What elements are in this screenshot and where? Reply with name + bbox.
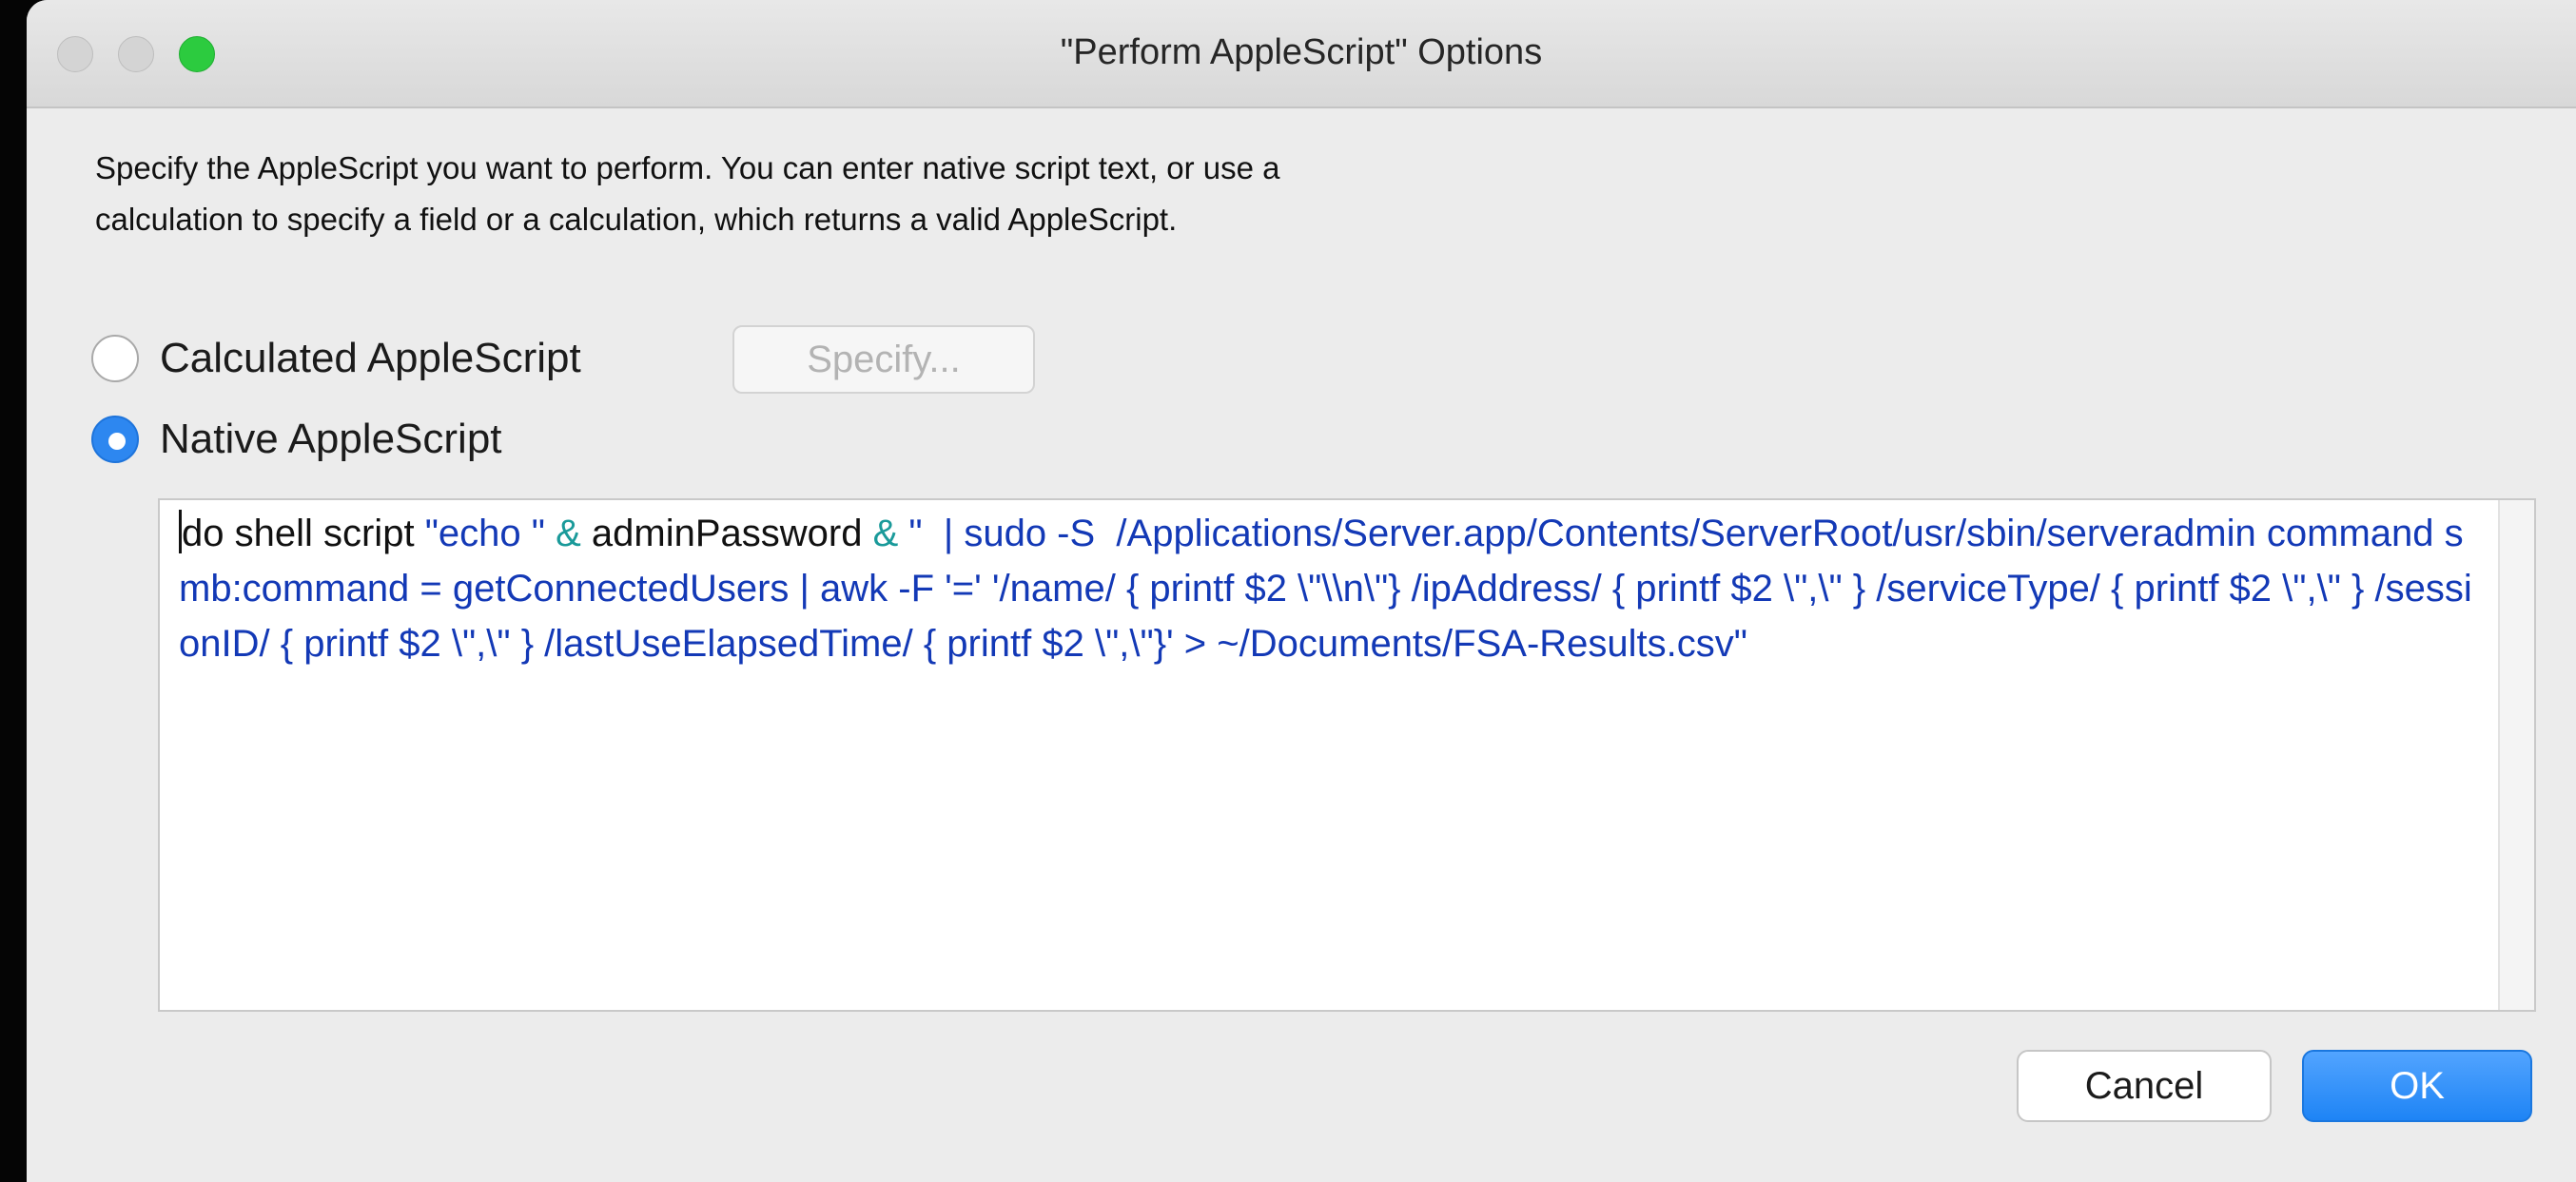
script-operator-2: & xyxy=(872,513,899,554)
window-title: "Perform AppleScript" Options xyxy=(1060,32,1543,72)
script-editor[interactable]: do shell script "echo " & adminPassword … xyxy=(158,498,2536,1012)
script-operator-1: & xyxy=(556,513,581,554)
script-text[interactable]: do shell script "echo " & adminPassword … xyxy=(179,506,2481,671)
editor-scrollbar[interactable] xyxy=(2498,500,2534,1010)
ok-button[interactable]: OK xyxy=(2302,1050,2532,1122)
instructions-text: Specify the AppleScript you want to perf… xyxy=(95,143,1903,245)
native-applescript-radio[interactable] xyxy=(91,416,139,463)
title-bar: "Perform AppleScript" Options xyxy=(27,0,2576,108)
dialog-window: "Perform AppleScript" Options Specify th… xyxy=(27,0,2576,1182)
script-keyword: do shell script xyxy=(182,513,415,554)
instructions-line-2: calculation to specify a field or a calc… xyxy=(95,202,1178,237)
cancel-button[interactable]: Cancel xyxy=(2017,1050,2272,1122)
native-applescript-option[interactable]: Native AppleScript xyxy=(91,416,502,463)
script-variable: adminPassword xyxy=(591,513,863,554)
specify-button: Specify... xyxy=(732,325,1035,394)
script-string-1: "echo " xyxy=(424,513,545,554)
calculated-applescript-label[interactable]: Calculated AppleScript xyxy=(160,335,581,382)
instructions-line-1: Specify the AppleScript you want to perf… xyxy=(95,150,1280,185)
calculated-applescript-option[interactable]: Calculated AppleScript xyxy=(91,335,581,382)
native-applescript-label[interactable]: Native AppleScript xyxy=(160,416,502,463)
calculated-applescript-radio[interactable] xyxy=(91,335,139,382)
radio-selected-dot xyxy=(108,433,126,450)
